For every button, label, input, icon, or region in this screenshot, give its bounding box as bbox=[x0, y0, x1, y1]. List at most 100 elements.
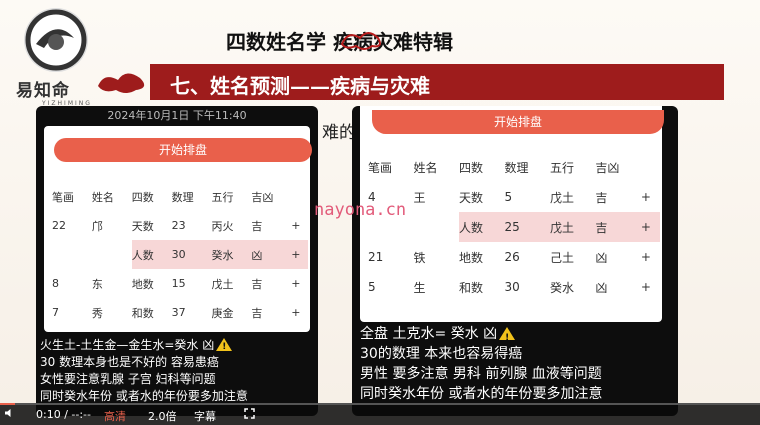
table-cell: 秀 bbox=[91, 306, 103, 320]
header-cell: 数理 bbox=[171, 190, 194, 204]
table-cell: 凶 bbox=[251, 240, 292, 269]
header-cell: 姓名 bbox=[91, 190, 114, 204]
table-cell: 21 bbox=[368, 250, 384, 264]
table-header-row: 笔画 姓名 四数 数理 五行 吉凶 bbox=[52, 182, 308, 211]
table-row: 7 秀 和数 37 庚金 吉 + bbox=[52, 298, 308, 327]
chart-screen: 开始排盘 笔画 姓名 四数 数理 五行 吉凶 22 邝 天数 23 丙火 吉 + bbox=[44, 126, 312, 332]
progress-bar[interactable] bbox=[0, 403, 760, 405]
expand-plus-button[interactable]: + bbox=[641, 242, 660, 272]
table-cell: 戊土 bbox=[549, 190, 574, 205]
cloud-scroll-icon bbox=[98, 73, 145, 93]
table-cell: 戊土 bbox=[211, 277, 234, 291]
warning-icon bbox=[499, 327, 516, 348]
progress-fill bbox=[0, 403, 16, 405]
table-row: 5 生 和数 30 癸水 凶 + bbox=[368, 272, 660, 302]
subtitles-button[interactable]: 字幕 bbox=[194, 408, 216, 424]
table-cell: 铁 bbox=[413, 250, 426, 265]
expand-plus-button[interactable]: + bbox=[291, 240, 308, 269]
table-cell: 和数 bbox=[131, 306, 154, 320]
table-cell: 东 bbox=[91, 277, 103, 291]
table-cell: 25 bbox=[504, 212, 550, 242]
table-cell: 30 bbox=[504, 280, 520, 294]
expand-plus-button[interactable]: + bbox=[641, 272, 660, 302]
table-cell: 王 bbox=[413, 190, 426, 205]
table-cell: 癸水 bbox=[549, 280, 574, 295]
table-cell: 26 bbox=[504, 250, 520, 264]
table-cell: 凶 bbox=[595, 250, 608, 265]
table-cell: 5 bbox=[504, 190, 513, 204]
start-chart-button[interactable]: 开始排盘 bbox=[372, 110, 664, 134]
table-cell: 5 bbox=[368, 280, 376, 294]
table-cell: 人数 bbox=[458, 212, 505, 242]
header-cell: 吉凶 bbox=[595, 160, 620, 175]
note-line: 同时癸水年份 或者水的年份要多加注意 bbox=[360, 386, 603, 402]
analysis-notes-right: 全盘 土克水= 癸水 凶 30的数理 本来也容易得癌 男性 要多注意 男科 前列… bbox=[360, 324, 602, 404]
table-cell bbox=[91, 240, 132, 269]
table-cell: 地数 bbox=[458, 250, 483, 265]
video-player-bar: 0:10 / --:-- 高清 2.0倍 字幕 bbox=[0, 403, 760, 425]
note-line: 30 数理本身也是不好的 容易患癌 bbox=[40, 355, 219, 369]
note-line: 男性 要多注意 男科 前列腺 血液等问题 bbox=[360, 366, 602, 382]
table-cell: 30 bbox=[171, 240, 212, 269]
header-cell: 数理 bbox=[504, 160, 529, 175]
table-cell: 人数 bbox=[131, 240, 172, 269]
header-cell: 笔画 bbox=[368, 160, 393, 175]
table-cell: 23 bbox=[171, 219, 186, 232]
table-cell: 地数 bbox=[131, 277, 154, 291]
fullscreen-icon[interactable] bbox=[244, 408, 255, 419]
time-display: 0:10 / --:-- bbox=[36, 408, 91, 421]
table-cell: 吉 bbox=[251, 219, 263, 233]
name-analysis-table: 笔画 姓名 四数 数理 五行 吉凶 4 王 天数 5 戊土 吉 + 人数 25 … bbox=[368, 152, 660, 302]
name-analysis-table: 笔画 姓名 四数 数理 五行 吉凶 22 邝 天数 23 丙火 吉 + 人数 3… bbox=[52, 182, 308, 327]
header-cell: 四数 bbox=[458, 160, 483, 175]
table-cell: 37 bbox=[171, 306, 186, 319]
table-cell: 天数 bbox=[131, 219, 154, 233]
table-cell: 己土 bbox=[549, 250, 574, 265]
expand-plus-button[interactable]: + bbox=[640, 212, 660, 242]
table-cell bbox=[52, 240, 92, 269]
watermark: nayona.cn bbox=[314, 200, 407, 220]
note-line: 火生土-土生金—金生水=癸水 凶 bbox=[40, 336, 248, 356]
table-cell: 庚金 bbox=[211, 306, 234, 320]
volume-icon[interactable] bbox=[4, 408, 14, 418]
table-cell: 15 bbox=[171, 277, 186, 290]
table-cell: 凶 bbox=[595, 280, 608, 295]
header-cell: 吉凶 bbox=[251, 190, 274, 204]
logo-text: 易知命 bbox=[16, 81, 70, 101]
analysis-notes-left: 火生土-土生金—金生水=癸水 凶 30 数理本身也是不好的 容易患癌 女性要注意… bbox=[40, 336, 248, 405]
note-line: 女性要注意乳腺 子宫 妇科等问题 bbox=[40, 372, 216, 386]
table-cell: 丙火 bbox=[211, 219, 234, 233]
table-row-highlighted: 人数 25 戊土 吉 + bbox=[368, 212, 660, 242]
status-date: 2024年10月1日 下午11:40 bbox=[107, 109, 247, 122]
table-cell: 吉 bbox=[595, 190, 608, 205]
table-cell: 和数 bbox=[458, 280, 483, 295]
table-cell: 吉 bbox=[251, 277, 263, 291]
table-cell: 吉 bbox=[595, 212, 641, 242]
table-row: 8 东 地数 15 戊土 吉 + bbox=[52, 269, 308, 298]
partially-hidden-text: 难的 bbox=[322, 123, 356, 143]
start-chart-button[interactable]: 开始排盘 bbox=[54, 138, 312, 162]
note-line: 30的数理 本来也容易得癌 bbox=[360, 346, 523, 362]
table-cell: 生 bbox=[413, 280, 426, 295]
table-row: 22 邝 天数 23 丙火 吉 + bbox=[52, 211, 308, 240]
expand-plus-button[interactable]: + bbox=[291, 298, 308, 327]
table-row-highlighted: 人数 30 癸水 凶 + bbox=[52, 240, 308, 269]
table-cell: 7 bbox=[52, 306, 59, 319]
header-cell: 五行 bbox=[211, 190, 234, 204]
speed-button[interactable]: 2.0倍 bbox=[148, 408, 177, 424]
header-cell: 笔画 bbox=[52, 190, 74, 204]
warning-icon bbox=[216, 338, 233, 356]
quality-button[interactable]: 高清 bbox=[104, 408, 126, 424]
table-cell: 22 bbox=[52, 219, 66, 232]
table-row: 4 王 天数 5 戊土 吉 + bbox=[368, 182, 660, 212]
table-row: 21 铁 地数 26 己土 凶 + bbox=[368, 242, 660, 272]
expand-plus-button[interactable]: + bbox=[291, 211, 308, 240]
header-cell: 四数 bbox=[131, 190, 154, 204]
expand-plus-button[interactable]: + bbox=[641, 182, 660, 212]
table-cell: 邝 bbox=[91, 219, 103, 233]
header-cell: 姓名 bbox=[413, 160, 438, 175]
table-header-row: 笔画 姓名 四数 数理 五行 吉凶 bbox=[368, 152, 660, 182]
table-cell: 8 bbox=[52, 277, 59, 290]
table-cell: 天数 bbox=[458, 190, 483, 205]
expand-plus-button[interactable]: + bbox=[291, 269, 308, 298]
